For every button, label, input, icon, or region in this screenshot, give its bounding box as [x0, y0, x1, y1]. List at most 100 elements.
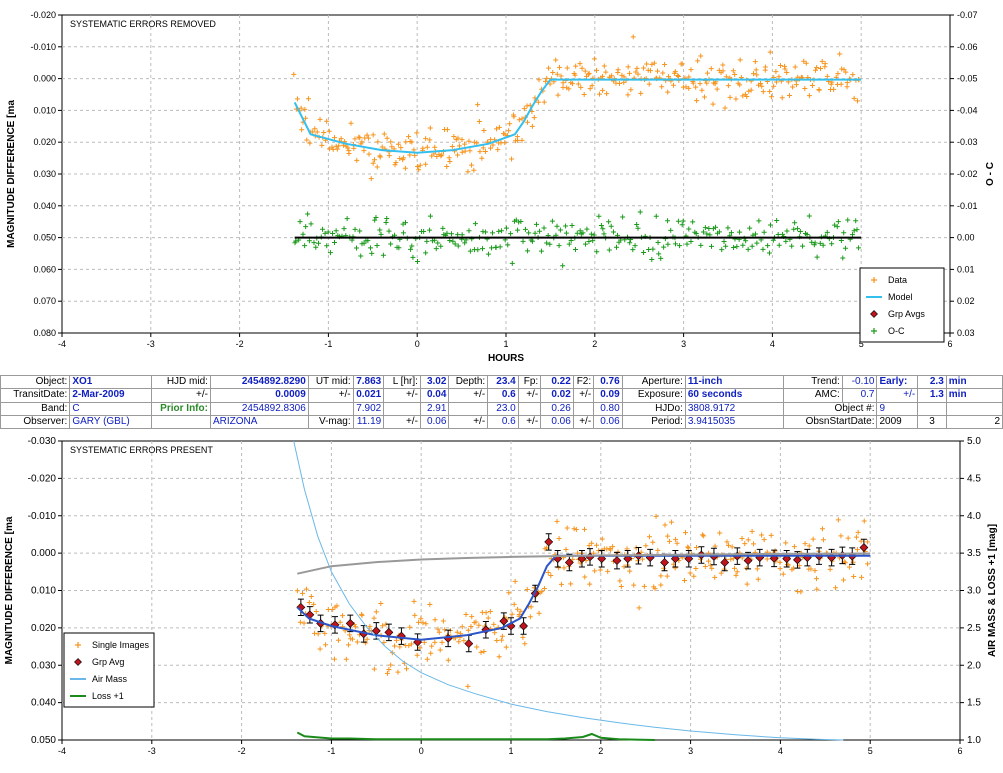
y-tick-label: 0.010 [31, 586, 56, 597]
f2-value: 0.76 [593, 374, 623, 390]
y-tick-label: -0.020 [28, 473, 57, 484]
legend: Single Images Grp Avg Air Mass Loss +1 [63, 632, 155, 708]
empty-cell [945, 401, 1003, 416]
x-tick-label: 3 [681, 339, 686, 349]
hjd-mid-value: 2454892.8290 [209, 374, 309, 390]
row4-value-4: 0.06 [593, 414, 623, 430]
y-tick-label: 0.040 [31, 698, 56, 709]
pm-label: +/- [150, 388, 211, 403]
length-value: 3.02 [419, 374, 450, 390]
y2-tick-label: 0.01 [957, 264, 975, 274]
transit-info-table: Object: XO1 HJD mid: 2454892.8290 UT mid… [0, 374, 1003, 430]
early-unit: min [945, 374, 1003, 390]
y2-tick-label: 5.0 [967, 436, 981, 447]
prior-fp: 0.26 [540, 401, 574, 416]
prior-ut: 7.902 [352, 401, 385, 416]
f2-label: F2: [572, 374, 595, 390]
y2-tick-label: 0.03 [957, 328, 975, 338]
legend-label: Loss +1 [92, 691, 124, 701]
y2-tick-label: 4.0 [967, 511, 981, 522]
info-row-1: Object: XO1 HJD mid: 2454892.8290 UT mid… [0, 374, 1003, 390]
early-value: 2.3 [917, 374, 947, 390]
x-tick-label: 6 [947, 339, 952, 349]
y-tick-label: -0.020 [30, 10, 56, 20]
row4-value-3: 0.06 [540, 414, 574, 430]
y-tick-label: 0.050 [31, 735, 56, 746]
length-error: 0.04 [419, 388, 450, 403]
hjd-mid-label: HJD mid: [150, 374, 211, 390]
y-tick-label: -0.030 [28, 436, 57, 447]
y2-tick-label: 1.5 [967, 698, 981, 709]
exposure-label: Exposure: [621, 388, 686, 403]
amc-value: 0.7 [841, 388, 878, 403]
top-chart-panel: -4 -3 -2 -1 0 1 2 3 4 5 6 -0.020 -0.010 0.000 0.010 0.… [0, 0, 1003, 375]
exposure-value: 60 seconds [684, 388, 784, 403]
prior-f2: 0.80 [593, 401, 623, 416]
empty-cell [383, 401, 421, 416]
y2-tick-labels: -0.07 -0.06 -0.05 -0.04 -0.03 -0.02 -0.01 0.00 0… [950, 10, 978, 338]
ut-mid-error: 0.021 [352, 388, 385, 403]
x-tick-label: 1 [503, 339, 508, 349]
pm-label: +/- [383, 388, 421, 403]
x-tick-label: 1 [508, 746, 513, 756]
pm-label: +/- [383, 414, 421, 430]
y-axis-title: MAGNITUDE DIFFERENCE [ma [4, 516, 15, 664]
transit-date-value: 2-Mar-2009 [69, 388, 152, 403]
amc-label: AMC: [782, 388, 843, 403]
y2-tick-labels: 5.0 4.5 4.0 3.5 3.0 2.5 2.0 1.5 1.0 [960, 436, 981, 746]
legend-label: Data [888, 275, 907, 285]
x-tick-labels: -4 -3 -2 -1 0 1 2 3 4 5 6 [58, 333, 953, 349]
object-value: XO1 [69, 374, 152, 390]
hjdo-value: 3808.9172 [684, 401, 784, 416]
x-tick-label: -1 [327, 746, 335, 756]
length-label: L [hr]: [383, 374, 421, 390]
x-tick-label: 3 [688, 746, 693, 756]
hjdo-label: HJDo: [621, 401, 686, 416]
fp-value: 0.22 [540, 374, 574, 390]
legend-label: Grp Avg [92, 657, 124, 667]
band-label: Band: [0, 401, 71, 416]
x-tick-label: -3 [147, 339, 155, 349]
hjd-mid-error: 0.0009 [209, 388, 309, 403]
y-tick-label: 0.020 [33, 137, 56, 147]
x-tick-label: -3 [148, 746, 156, 756]
vmag-error: 0.06 [419, 414, 450, 430]
f2-error: 0.09 [593, 388, 623, 403]
obs-day: 2 [945, 414, 1003, 430]
x-tick-label: 2 [592, 339, 597, 349]
y2-tick-label: 0.02 [957, 296, 975, 306]
period-value: 3.9415035 [684, 414, 784, 430]
y2-tick-label: -0.05 [957, 74, 978, 84]
y-tick-label: 0.050 [33, 233, 56, 243]
y2-tick-label: -0.03 [957, 137, 978, 147]
pm-label: +/- [448, 388, 489, 403]
pm-label: +/- [448, 414, 489, 430]
y2-axis-title: O - C [985, 162, 996, 186]
location-value: ARIZONA [209, 414, 309, 430]
legend-label: O-C [888, 326, 905, 336]
x-tick-label: 4 [778, 746, 783, 756]
row4-value-2: 0.6 [487, 414, 519, 430]
legend-label: Air Mass [92, 674, 128, 684]
info-row-4: Observer: GARY (GBL) ARIZONA V-mag: 11.1… [0, 414, 1003, 430]
x-tick-label: 5 [868, 746, 873, 756]
y-tick-label: 0.060 [33, 264, 56, 274]
y2-tick-label: -0.07 [957, 10, 978, 20]
y2-tick-label: 2.0 [967, 660, 981, 671]
vmag-value: 11.19 [352, 414, 385, 430]
x-tick-label: -4 [58, 339, 66, 349]
pm-label: +/- [517, 388, 542, 403]
obsn-start-date-label: ObsnStartDate: [782, 414, 878, 430]
empty-cell [517, 401, 542, 416]
y-tick-label: 0.020 [31, 623, 56, 634]
y-tick-label: 0.080 [33, 328, 56, 338]
band-value: C [69, 401, 152, 416]
y-tick-label: 0.040 [33, 201, 56, 211]
x-tick-label: 0 [415, 339, 420, 349]
info-row-3: Band: C Prior Info: 2454892.8306 7.902 2… [0, 401, 1003, 416]
x-tick-label: 6 [957, 746, 962, 756]
y-tick-label: 0.010 [33, 105, 56, 115]
y-tick-label: 0.030 [33, 169, 56, 179]
empty-cell [917, 401, 947, 416]
legend: Data Model Grp Avgs O-C [859, 267, 945, 343]
